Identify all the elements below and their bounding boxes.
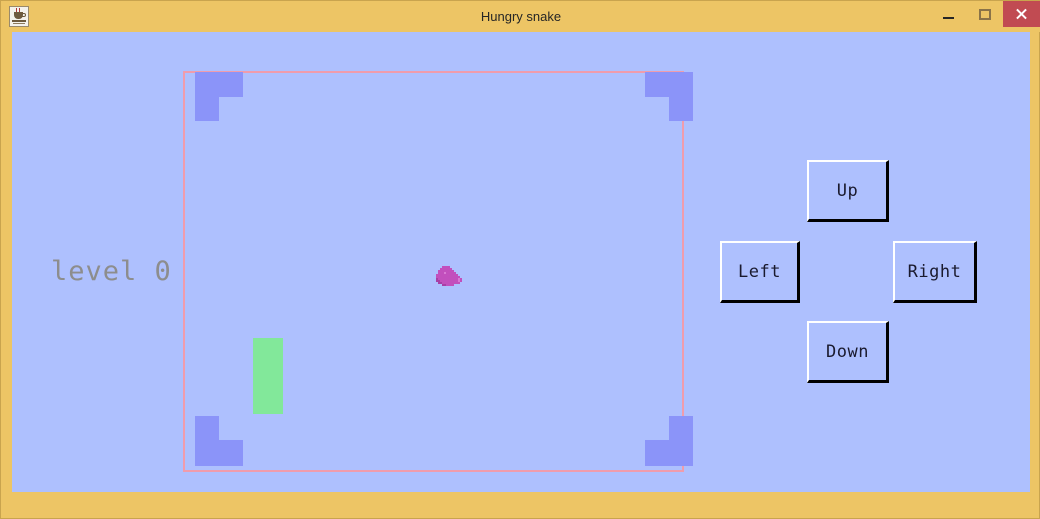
down-button[interactable]: Down: [807, 321, 889, 383]
maximize-button[interactable]: [967, 1, 1003, 27]
right-button[interactable]: Right: [893, 241, 977, 303]
fish-pixel: [458, 282, 460, 284]
left-button[interactable]: Left: [720, 241, 800, 303]
app-window: Hungry snake level 0 Up Left Right Down: [0, 0, 1040, 519]
fish-sprite: [436, 264, 462, 288]
fish-pixel: [452, 284, 454, 286]
minimize-button[interactable]: [931, 1, 967, 27]
wall-block-top-right-short: [645, 72, 669, 97]
level-label: level 0: [51, 256, 172, 287]
up-button[interactable]: Up: [807, 160, 889, 222]
window-title: Hungry snake: [480, 9, 562, 24]
fish-pixel: [460, 280, 462, 282]
wall-block-top-left-tall: [195, 72, 219, 121]
title-bar[interactable]: Hungry snake: [1, 1, 1040, 32]
game-content-panel[interactable]: level 0 Up Left Right Down: [12, 32, 1030, 492]
wall-block-bottom-left-tall: [195, 416, 219, 466]
icon-cup-base: [12, 20, 26, 22]
icon-cup-handle: [22, 13, 26, 17]
wall-block-top-left-short: [219, 72, 243, 97]
minimize-icon: [943, 17, 954, 19]
wall-block-bottom-left-short: [219, 440, 243, 466]
close-button[interactable]: [1003, 1, 1040, 27]
wall-block-bottom-right-short: [645, 440, 669, 466]
green-food-bar: [253, 338, 283, 414]
icon-cup-base-2: [13, 23, 25, 24]
wall-block-bottom-right-tall: [669, 416, 693, 466]
wall-block-top-right-tall: [669, 72, 693, 121]
java-coffee-cup-icon[interactable]: [9, 6, 29, 27]
maximize-icon: [979, 9, 991, 20]
